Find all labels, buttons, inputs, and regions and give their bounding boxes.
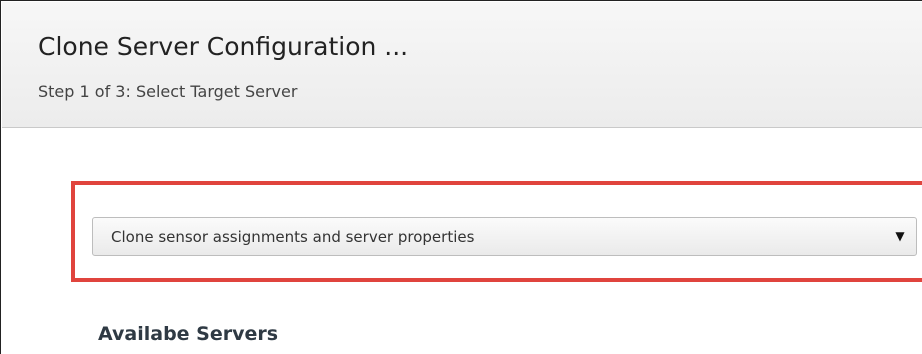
dialog-header: Clone Server Configuration ... Step 1 of… [2,2,922,128]
available-servers-heading: Availabe Servers [98,323,279,345]
step-indicator: Step 1 of 3: Select Target Server [38,82,298,101]
clone-mode-selected-value: Clone sensor assignments and server prop… [111,228,475,246]
clone-mode-select[interactable]: Clone sensor assignments and server prop… [92,217,917,256]
dialog-title: Clone Server Configuration ... [38,32,409,61]
clone-server-dialog: Clone Server Configuration ... Step 1 of… [0,0,922,354]
chevron-down-icon[interactable]: ▼ [894,228,906,244]
